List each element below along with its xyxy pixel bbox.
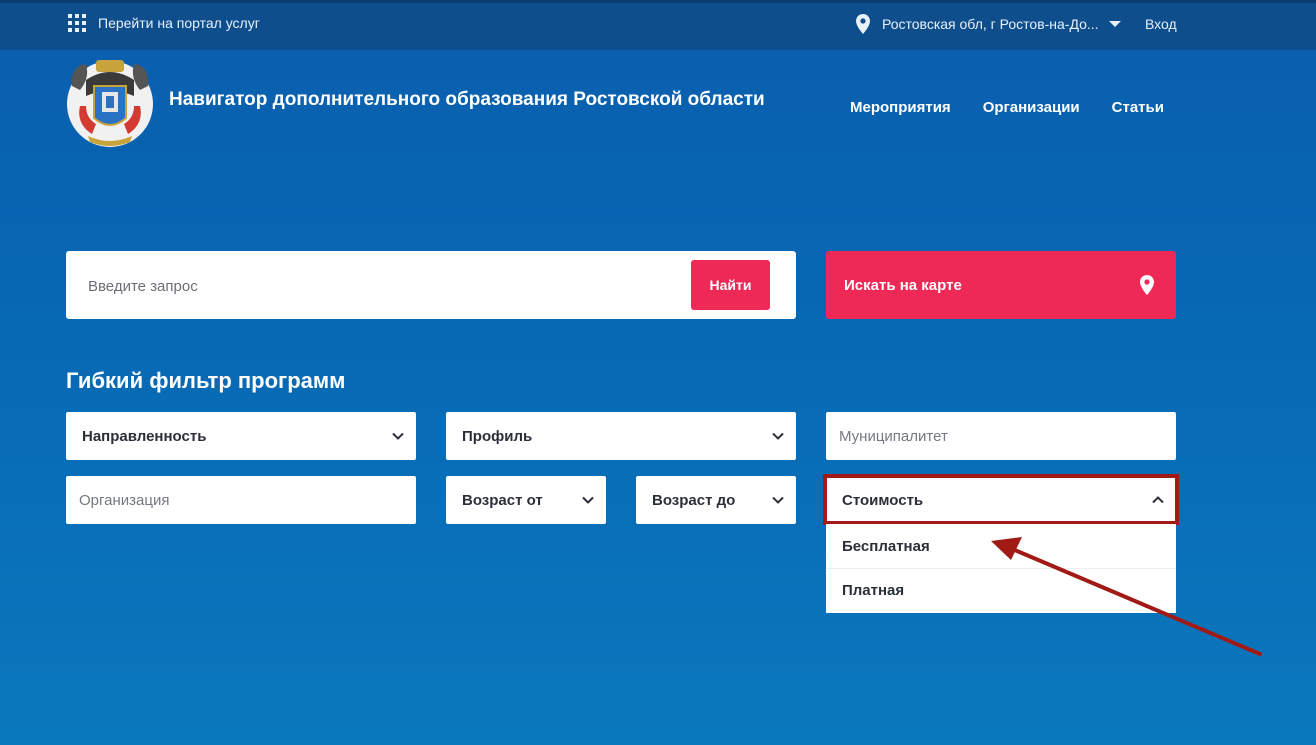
chevron-down-icon [772,432,784,440]
nav-item-organizations[interactable]: Организации [983,99,1080,116]
cost-option-free[interactable]: Бесплатная [826,524,1176,568]
cost-select[interactable]: Стоимость [826,476,1176,524]
portal-link[interactable]: Перейти на портал услуг [68,14,260,32]
municipality-placeholder: Муниципалитет [839,427,948,445]
site-title[interactable]: Навигатор дополнительного образования Ро… [169,89,765,111]
cost-select-label: Стоимость [842,491,924,509]
location-pin-icon [1140,275,1154,295]
top-bar: Перейти на портал услуг Ростовская обл, … [0,0,1316,50]
nav-item-events[interactable]: Мероприятия [850,99,951,116]
login-link[interactable]: Вход [1145,16,1177,32]
portal-link-label: Перейти на портал услуг [98,15,260,31]
chevron-down-icon [582,496,594,504]
search-box: Найти [66,251,796,319]
municipality-field[interactable]: Муниципалитет [826,412,1176,460]
age-to-label: Возраст до [652,491,736,509]
direction-select[interactable]: Направленность [66,412,416,460]
age-from-select[interactable]: Возраст от [446,476,606,524]
region-selector[interactable]: Ростовская обл, г Ростов-на-До... [856,14,1133,34]
cost-option-paid[interactable]: Платная [826,568,1176,612]
region-label: Ростовская обл, г Ростов-на-До... [882,16,1099,32]
organization-field[interactable]: Организация [66,476,416,524]
search-button[interactable]: Найти [691,260,770,310]
location-pin-icon [856,14,870,34]
main-nav: Мероприятия Организации Статьи [850,99,1164,116]
apps-grid-icon [68,14,86,32]
chevron-down-icon [772,496,784,504]
profile-select[interactable]: Профиль [446,412,796,460]
search-on-map-button[interactable]: Искать на карте [826,251,1176,319]
cost-dropdown-menu: Бесплатная Платная [826,524,1176,613]
age-to-select[interactable]: Возраст до [636,476,796,524]
chevron-down-icon [392,432,404,440]
organization-placeholder: Организация [79,491,170,509]
search-input[interactable] [86,271,670,301]
profile-select-label: Профиль [462,427,533,445]
filter-title: Гибкий фильтр программ [66,368,346,393]
chevron-up-icon [1152,496,1164,504]
coat-of-arms-logo[interactable] [66,56,154,148]
caret-down-icon [1108,21,1121,27]
direction-select-label: Направленность [82,427,207,445]
nav-item-articles[interactable]: Статьи [1112,99,1164,116]
search-on-map-label: Искать на карте [844,276,962,294]
age-from-label: Возраст от [462,491,543,509]
